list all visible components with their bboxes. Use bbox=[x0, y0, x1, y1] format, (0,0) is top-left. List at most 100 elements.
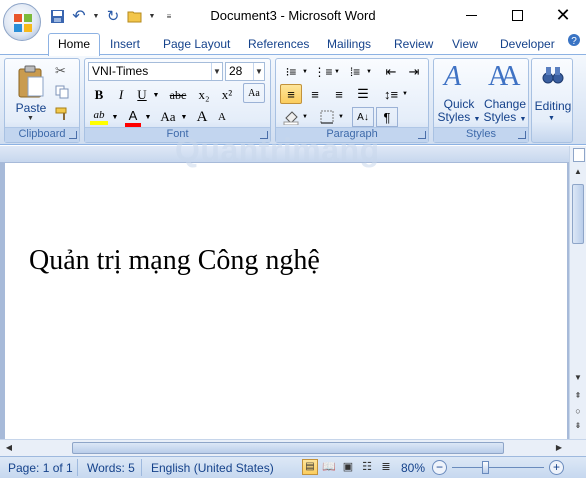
highlight-button[interactable]: ab bbox=[88, 107, 110, 127]
superscript-button[interactable]: x² bbox=[216, 85, 238, 105]
zoom-slider-thumb[interactable] bbox=[482, 461, 489, 474]
zoom-slider-track[interactable] bbox=[452, 467, 544, 468]
line-spacing-button[interactable]: ↕≡ bbox=[380, 84, 402, 104]
shading-button[interactable] bbox=[280, 107, 302, 127]
maximize-button[interactable] bbox=[494, 0, 540, 30]
help-icon[interactable]: ? bbox=[567, 33, 581, 53]
paste-dropdown-icon[interactable]: ▼ bbox=[27, 115, 34, 122]
language[interactable]: English (United States) bbox=[151, 460, 274, 476]
font-size-combo[interactable]: 28 ▼ bbox=[225, 62, 265, 81]
styles-group-label: Styles bbox=[434, 127, 528, 142]
paragraph-group: ⁝≡ ▼ ⋮≡ ▼ ⁞≡ ▼ ⇤ ⇥ ≡ ≡ ≡ ☰ ↕≡ ▼ ▼ ▼ A↓ ¶… bbox=[275, 58, 429, 143]
copy-icon[interactable] bbox=[55, 85, 69, 99]
vertical-scrollbar[interactable]: ▲ ▼ ⇞ ○ ⇟ bbox=[569, 146, 586, 439]
align-right-button[interactable]: ≡ bbox=[328, 84, 350, 104]
bullets-button[interactable]: ⁝≡ bbox=[280, 62, 302, 82]
format-painter-icon[interactable] bbox=[55, 107, 71, 121]
editing-label: Editing bbox=[534, 99, 572, 113]
paste-button[interactable]: Paste ▼ bbox=[13, 63, 49, 123]
quick-styles-button[interactable]: A Quick Styles ▼ bbox=[436, 61, 482, 125]
bold-button[interactable]: B bbox=[88, 85, 110, 105]
strikethrough-button[interactable]: abc bbox=[165, 85, 191, 105]
clipboard-launcher-icon[interactable] bbox=[69, 131, 77, 139]
decrease-indent-button[interactable]: ⇤ bbox=[380, 62, 402, 82]
underline-button[interactable]: U bbox=[133, 85, 151, 105]
tab-review[interactable]: Review bbox=[394, 35, 433, 55]
shrink-font-button[interactable]: A bbox=[211, 107, 233, 127]
font-name-dropdown-icon[interactable]: ▼ bbox=[211, 63, 222, 80]
minimize-button[interactable] bbox=[448, 0, 494, 30]
draft-view-icon[interactable]: ≣ bbox=[378, 460, 394, 476]
tab-view[interactable]: View bbox=[452, 35, 478, 55]
align-center-button[interactable]: ≡ bbox=[304, 84, 326, 104]
zoom-out-icon[interactable]: − bbox=[432, 460, 447, 475]
change-case-dropdown-icon[interactable]: ▼ bbox=[179, 107, 189, 127]
justify-button[interactable]: ☰ bbox=[352, 84, 374, 104]
font-name-combo[interactable]: VNI-Times ▼ bbox=[88, 62, 223, 81]
print-layout-view-icon[interactable]: ▤ bbox=[302, 459, 318, 475]
change-styles-button[interactable]: AA Change Styles ▼ bbox=[482, 61, 528, 125]
word-count[interactable]: Words: 5 bbox=[87, 460, 135, 476]
tab-developer[interactable]: Developer bbox=[500, 35, 555, 55]
underline-dropdown-icon[interactable]: ▼ bbox=[151, 85, 161, 105]
vertical-scroll-thumb[interactable] bbox=[572, 184, 584, 244]
change-case-button[interactable]: Aa bbox=[157, 107, 179, 127]
change-styles-label-2: Styles ▼ bbox=[483, 110, 527, 124]
line-spacing-dropdown-icon[interactable]: ▼ bbox=[401, 84, 409, 104]
subscript-button[interactable]: x₂ bbox=[193, 85, 215, 105]
scroll-up-icon[interactable]: ▲ bbox=[570, 164, 586, 180]
select-browse-object-icon[interactable]: ○ bbox=[570, 404, 586, 418]
sort-button[interactable]: A↓ bbox=[352, 107, 374, 127]
numbering-button[interactable]: ⋮≡ bbox=[312, 62, 334, 82]
font-size-dropdown-icon[interactable]: ▼ bbox=[253, 63, 264, 80]
increase-indent-button[interactable]: ⇥ bbox=[403, 62, 425, 82]
office-logo-icon bbox=[14, 14, 32, 32]
zoom-in-icon[interactable]: + bbox=[549, 460, 564, 475]
document-page[interactable] bbox=[5, 163, 567, 439]
tab-page-layout[interactable]: Page Layout bbox=[163, 35, 230, 55]
multilevel-dropdown-icon[interactable]: ▼ bbox=[365, 62, 373, 82]
tab-mailings[interactable]: Mailings bbox=[327, 35, 371, 55]
scroll-down-icon[interactable]: ▼ bbox=[570, 371, 586, 385]
page-count[interactable]: Page: 1 of 1 bbox=[8, 460, 73, 476]
italic-button[interactable]: I bbox=[110, 85, 132, 105]
change-styles-icon: AA bbox=[488, 61, 521, 92]
previous-page-icon[interactable]: ⇞ bbox=[570, 389, 586, 403]
outline-view-icon[interactable]: ☷ bbox=[359, 460, 375, 476]
scroll-left-icon[interactable]: ◀ bbox=[2, 441, 16, 455]
office-button[interactable] bbox=[3, 3, 41, 41]
align-left-button[interactable]: ≡ bbox=[280, 84, 302, 104]
zoom-level[interactable]: 80% bbox=[401, 460, 425, 476]
ruler-toggle-icon[interactable] bbox=[573, 148, 585, 162]
highlight-dropdown-icon[interactable]: ▼ bbox=[110, 107, 120, 127]
borders-dropdown-icon[interactable]: ▼ bbox=[337, 107, 345, 127]
next-page-icon[interactable]: ⇟ bbox=[570, 419, 586, 433]
editing-group[interactable]: Editing ▼ bbox=[531, 58, 573, 143]
numbering-dropdown-icon[interactable]: ▼ bbox=[333, 62, 341, 82]
binoculars-icon bbox=[542, 65, 564, 87]
font-color-dropdown-icon[interactable]: ▼ bbox=[143, 107, 153, 127]
tab-insert[interactable]: Insert bbox=[110, 35, 140, 55]
cut-icon[interactable]: ✂ bbox=[55, 63, 66, 79]
web-layout-icon[interactable]: ▣ bbox=[340, 460, 356, 476]
horizontal-scroll-thumb[interactable] bbox=[72, 442, 504, 454]
full-screen-reading-icon[interactable]: 📖 bbox=[321, 460, 337, 476]
multilevel-list-button[interactable]: ⁞≡ bbox=[344, 62, 366, 82]
tab-home[interactable]: Home bbox=[48, 33, 100, 56]
borders-button[interactable] bbox=[316, 107, 338, 127]
scroll-right-icon[interactable]: ▶ bbox=[552, 441, 566, 455]
show-hide-button[interactable]: ¶ bbox=[376, 107, 398, 127]
clipboard-group-label: Clipboard bbox=[5, 127, 79, 142]
close-button[interactable]: ✕ bbox=[540, 0, 586, 30]
tab-references[interactable]: References bbox=[248, 35, 309, 55]
bullets-dropdown-icon[interactable]: ▼ bbox=[301, 62, 309, 82]
horizontal-scrollbar[interactable]: ◀ ▶ bbox=[0, 439, 586, 456]
font-color-button[interactable]: A bbox=[123, 107, 143, 127]
shading-dropdown-icon[interactable]: ▼ bbox=[301, 107, 309, 127]
document-text[interactable]: Quản trị mạng Công nghệ bbox=[29, 245, 320, 277]
grow-font-button[interactable]: A bbox=[191, 107, 213, 127]
clipboard-group: Paste ▼ ✂ Clipboard bbox=[4, 58, 80, 143]
styles-launcher-icon[interactable] bbox=[518, 131, 526, 139]
paragraph-launcher-icon[interactable] bbox=[418, 131, 426, 139]
clear-formatting-button[interactable]: Aa bbox=[243, 83, 265, 103]
